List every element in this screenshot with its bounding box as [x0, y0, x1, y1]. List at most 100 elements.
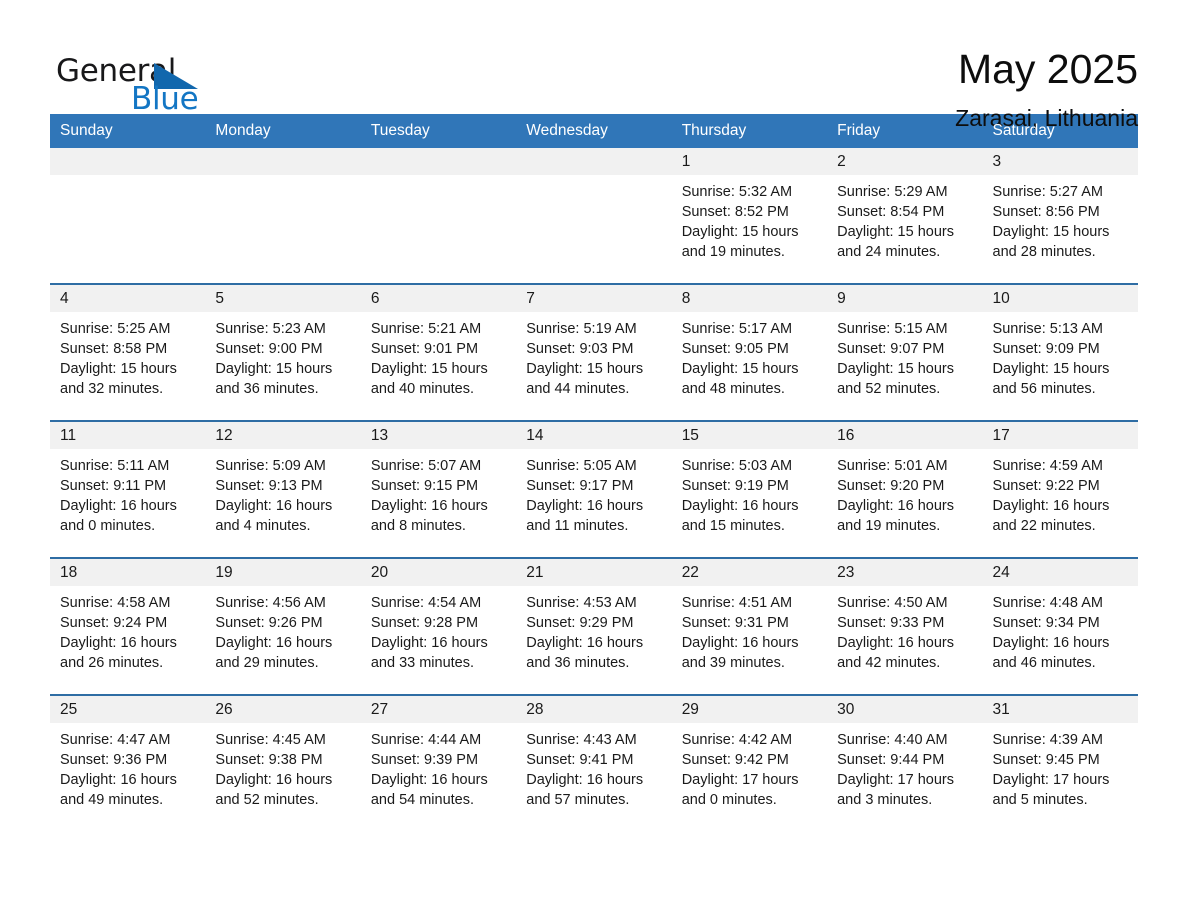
calendar-cell-empty	[516, 148, 672, 284]
day-number: 16	[827, 422, 983, 449]
weekday-header-thursday: Thursday	[671, 114, 828, 148]
day-cell-inner: 28 Sunrise: 4:43 AM Sunset: 9:41 PM Dayligh…	[516, 696, 672, 831]
calendar-day-cell[interactable]: 3 Sunrise: 5:27 AM Sunset: 8:56 PM Daylight…	[982, 148, 1138, 284]
calendar-day-cell[interactable]: 6 Sunrise: 5:21 AM Sunset: 9:01 PM Daylight…	[360, 283, 517, 421]
daylight-text-line2: and 24 minutes.	[837, 244, 941, 260]
calendar-day-cell[interactable]: 21 Sunrise: 4:53 AM Sunset: 9:29 PM Dayligh…	[516, 557, 672, 695]
sunset-text: Sunset: 9:03 PM	[526, 341, 634, 357]
daylight-text-line1: Daylight: 16 hours	[60, 772, 177, 788]
sunrise-text: Sunrise: 4:53 AM	[526, 595, 637, 611]
day-details: Sunrise: 5:29 AM Sunset: 8:54 PM Daylight:…	[827, 175, 982, 262]
calendar-day-cell[interactable]: 30 Sunrise: 4:40 AM Sunset: 9:44 PM Dayligh…	[827, 694, 983, 831]
sunrise-text: Sunrise: 4:59 AM	[992, 458, 1103, 474]
sunset-text: Sunset: 8:54 PM	[837, 204, 945, 220]
calendar-day-cell[interactable]: 31 Sunrise: 4:39 AM Sunset: 9:45 PM Dayligh…	[982, 694, 1138, 831]
calendar-day-cell[interactable]: 12 Sunrise: 5:09 AM Sunset: 9:13 PM Dayligh…	[205, 420, 361, 558]
calendar-week-row: 18 Sunrise: 4:58 AM Sunset: 9:24 PM Dayligh…	[50, 557, 1138, 695]
day-details: Sunrise: 4:51 AM Sunset: 9:31 PM Daylight:…	[672, 586, 827, 673]
day-cell-inner: 31 Sunrise: 4:39 AM Sunset: 9:45 PM Dayligh…	[982, 696, 1138, 831]
calendar-day-cell[interactable]: 17 Sunrise: 4:59 AM Sunset: 9:22 PM Dayligh…	[982, 420, 1138, 558]
sunrise-text: Sunrise: 4:40 AM	[837, 732, 948, 748]
day-number: 2	[827, 148, 983, 175]
calendar-day-cell[interactable]: 7 Sunrise: 5:19 AM Sunset: 9:03 PM Daylight…	[516, 283, 672, 421]
sunrise-text: Sunrise: 5:25 AM	[60, 321, 171, 337]
calendar-day-cell[interactable]: 1 Sunrise: 5:32 AM Sunset: 8:52 PM Daylight…	[671, 148, 828, 284]
page-header: General Blue May 2025 Zarasai, Lithuania	[0, 0, 1188, 131]
daylight-text-line2: and 8 minutes.	[370, 518, 466, 534]
daylight-text-line2: and 22 minutes.	[992, 518, 1096, 534]
calendar-page: General Blue May 2025 Zarasai, Lithuania…	[0, 0, 1188, 918]
calendar-day-cell[interactable]: 27 Sunrise: 4:44 AM Sunset: 9:39 PM Dayligh…	[360, 694, 517, 831]
sunset-text: Sunset: 9:22 PM	[992, 478, 1100, 494]
day-details: Sunrise: 5:11 AM Sunset: 9:11 PM Daylight:…	[50, 449, 205, 536]
sunrise-text: Sunrise: 5:03 AM	[681, 458, 793, 474]
day-cell-inner: 1 Sunrise: 5:32 AM Sunset: 8:52 PM Daylight…	[671, 148, 828, 283]
day-details: Sunrise: 4:39 AM Sunset: 9:45 PM Daylight:…	[983, 723, 1138, 810]
day-details: Sunrise: 4:56 AM Sunset: 9:26 PM Daylight:…	[205, 586, 360, 673]
general-blue-logo[interactable]: General Blue	[56, 46, 206, 118]
sunrise-text: Sunrise: 4:51 AM	[681, 595, 793, 611]
calendar-week-row: 1 Sunrise: 5:32 AM Sunset: 8:52 PM Daylight…	[50, 148, 1138, 284]
day-details: Sunrise: 4:42 AM Sunset: 9:42 PM Daylight:…	[672, 723, 827, 810]
daylight-text-line2: and 54 minutes.	[370, 792, 475, 808]
calendar-day-cell[interactable]: 15 Sunrise: 5:03 AM Sunset: 9:19 PM Dayligh…	[671, 420, 828, 558]
daylight-text-line1: Daylight: 15 hours	[370, 361, 488, 377]
day-details: Sunrise: 5:17 AM Sunset: 9:05 PM Daylight:…	[672, 312, 827, 399]
sunset-text: Sunset: 9:31 PM	[681, 615, 789, 631]
day-cell-inner: 6 Sunrise: 5:21 AM Sunset: 9:01 PM Daylight…	[360, 285, 517, 420]
daylight-text-line1: Daylight: 16 hours	[215, 635, 333, 651]
calendar-day-cell[interactable]: 2 Sunrise: 5:29 AM Sunset: 8:54 PM Daylight…	[827, 148, 983, 284]
daylight-text-line2: and 49 minutes.	[60, 792, 164, 808]
sunrise-text: Sunrise: 4:47 AM	[60, 732, 171, 748]
day-details: Sunrise: 4:53 AM Sunset: 9:29 PM Daylight:…	[516, 586, 671, 673]
calendar-day-cell[interactable]: 25 Sunrise: 4:47 AM Sunset: 9:36 PM Dayligh…	[50, 694, 206, 831]
calendar-day-cell[interactable]: 14 Sunrise: 5:05 AM Sunset: 9:17 PM Dayligh…	[516, 420, 672, 558]
day-cell-inner: 13 Sunrise: 5:07 AM Sunset: 9:15 PM Dayligh…	[360, 422, 517, 557]
day-cell-inner: 21 Sunrise: 4:53 AM Sunset: 9:29 PM Dayligh…	[516, 559, 672, 694]
daylight-text-line1: Daylight: 15 hours	[681, 224, 799, 240]
day-number	[50, 148, 206, 175]
calendar-day-cell[interactable]: 11 Sunrise: 5:11 AM Sunset: 9:11 PM Dayligh…	[50, 420, 206, 558]
calendar-day-cell[interactable]: 20 Sunrise: 4:54 AM Sunset: 9:28 PM Dayligh…	[360, 557, 517, 695]
sunset-text: Sunset: 9:00 PM	[215, 341, 323, 357]
calendar-day-cell[interactable]: 28 Sunrise: 4:43 AM Sunset: 9:41 PM Dayligh…	[516, 694, 672, 831]
calendar-day-cell[interactable]: 8 Sunrise: 5:17 AM Sunset: 9:05 PM Daylight…	[671, 283, 828, 421]
day-number: 3	[982, 148, 1138, 175]
calendar-day-cell[interactable]: 9 Sunrise: 5:15 AM Sunset: 9:07 PM Daylight…	[827, 283, 983, 421]
calendar-day-cell[interactable]: 18 Sunrise: 4:58 AM Sunset: 9:24 PM Dayligh…	[50, 557, 206, 695]
calendar-day-cell[interactable]: 26 Sunrise: 4:45 AM Sunset: 9:38 PM Dayligh…	[205, 694, 361, 831]
calendar-day-cell[interactable]: 13 Sunrise: 5:07 AM Sunset: 9:15 PM Dayligh…	[360, 420, 517, 558]
sunset-text: Sunset: 8:56 PM	[992, 204, 1100, 220]
sunrise-text: Sunrise: 5:32 AM	[681, 184, 793, 200]
calendar-day-cell[interactable]: 5 Sunrise: 5:23 AM Sunset: 9:00 PM Daylight…	[205, 283, 361, 421]
calendar-day-cell[interactable]: 19 Sunrise: 4:56 AM Sunset: 9:26 PM Dayligh…	[205, 557, 361, 695]
calendar-day-cell[interactable]: 16 Sunrise: 5:01 AM Sunset: 9:20 PM Dayligh…	[827, 420, 983, 558]
daylight-text-line1: Daylight: 15 hours	[60, 361, 177, 377]
daylight-text-line2: and 26 minutes.	[60, 655, 164, 671]
calendar-day-cell[interactable]: 22 Sunrise: 4:51 AM Sunset: 9:31 PM Dayligh…	[671, 557, 828, 695]
daylight-text-line2: and 52 minutes.	[837, 381, 941, 397]
calendar-day-cell[interactable]: 29 Sunrise: 4:42 AM Sunset: 9:42 PM Dayligh…	[671, 694, 828, 831]
weekday-header-monday: Monday	[205, 114, 361, 148]
sunrise-text: Sunrise: 5:11 AM	[60, 458, 170, 474]
sunrise-text: Sunrise: 4:54 AM	[370, 595, 482, 611]
day-cell-inner: 18 Sunrise: 4:58 AM Sunset: 9:24 PM Dayligh…	[50, 559, 206, 694]
daylight-text-line2: and 32 minutes.	[60, 381, 164, 397]
daylight-text-line1: Daylight: 16 hours	[837, 498, 954, 514]
daylight-text-line2: and 0 minutes.	[60, 518, 156, 534]
calendar-day-cell[interactable]: 4 Sunrise: 5:25 AM Sunset: 8:58 PM Daylight…	[50, 283, 206, 421]
calendar-table: Sunday Monday Tuesday Wednesday Thursday Frid…	[50, 114, 1138, 831]
calendar-body: 1 Sunrise: 5:32 AM Sunset: 8:52 PM Daylight…	[50, 148, 1138, 831]
day-details: Sunrise: 5:19 AM Sunset: 9:03 PM Daylight:…	[516, 312, 671, 399]
calendar-day-cell[interactable]: 24 Sunrise: 4:48 AM Sunset: 9:34 PM Dayligh…	[982, 557, 1138, 695]
sunset-text: Sunset: 9:39 PM	[370, 752, 479, 768]
calendar-day-cell[interactable]: 10 Sunrise: 5:13 AM Sunset: 9:09 PM Dayligh…	[982, 283, 1138, 421]
day-number: 11	[50, 422, 206, 449]
daylight-text-line2: and 11 minutes.	[526, 518, 629, 534]
calendar-day-cell[interactable]: 23 Sunrise: 4:50 AM Sunset: 9:33 PM Dayligh…	[827, 557, 983, 695]
daylight-text-line2: and 36 minutes.	[526, 655, 630, 671]
sunrise-text: Sunrise: 5:21 AM	[370, 321, 482, 337]
day-number: 29	[671, 696, 828, 723]
sunrise-text: Sunrise: 5:29 AM	[837, 184, 948, 200]
sunset-text: Sunset: 9:09 PM	[992, 341, 1100, 357]
